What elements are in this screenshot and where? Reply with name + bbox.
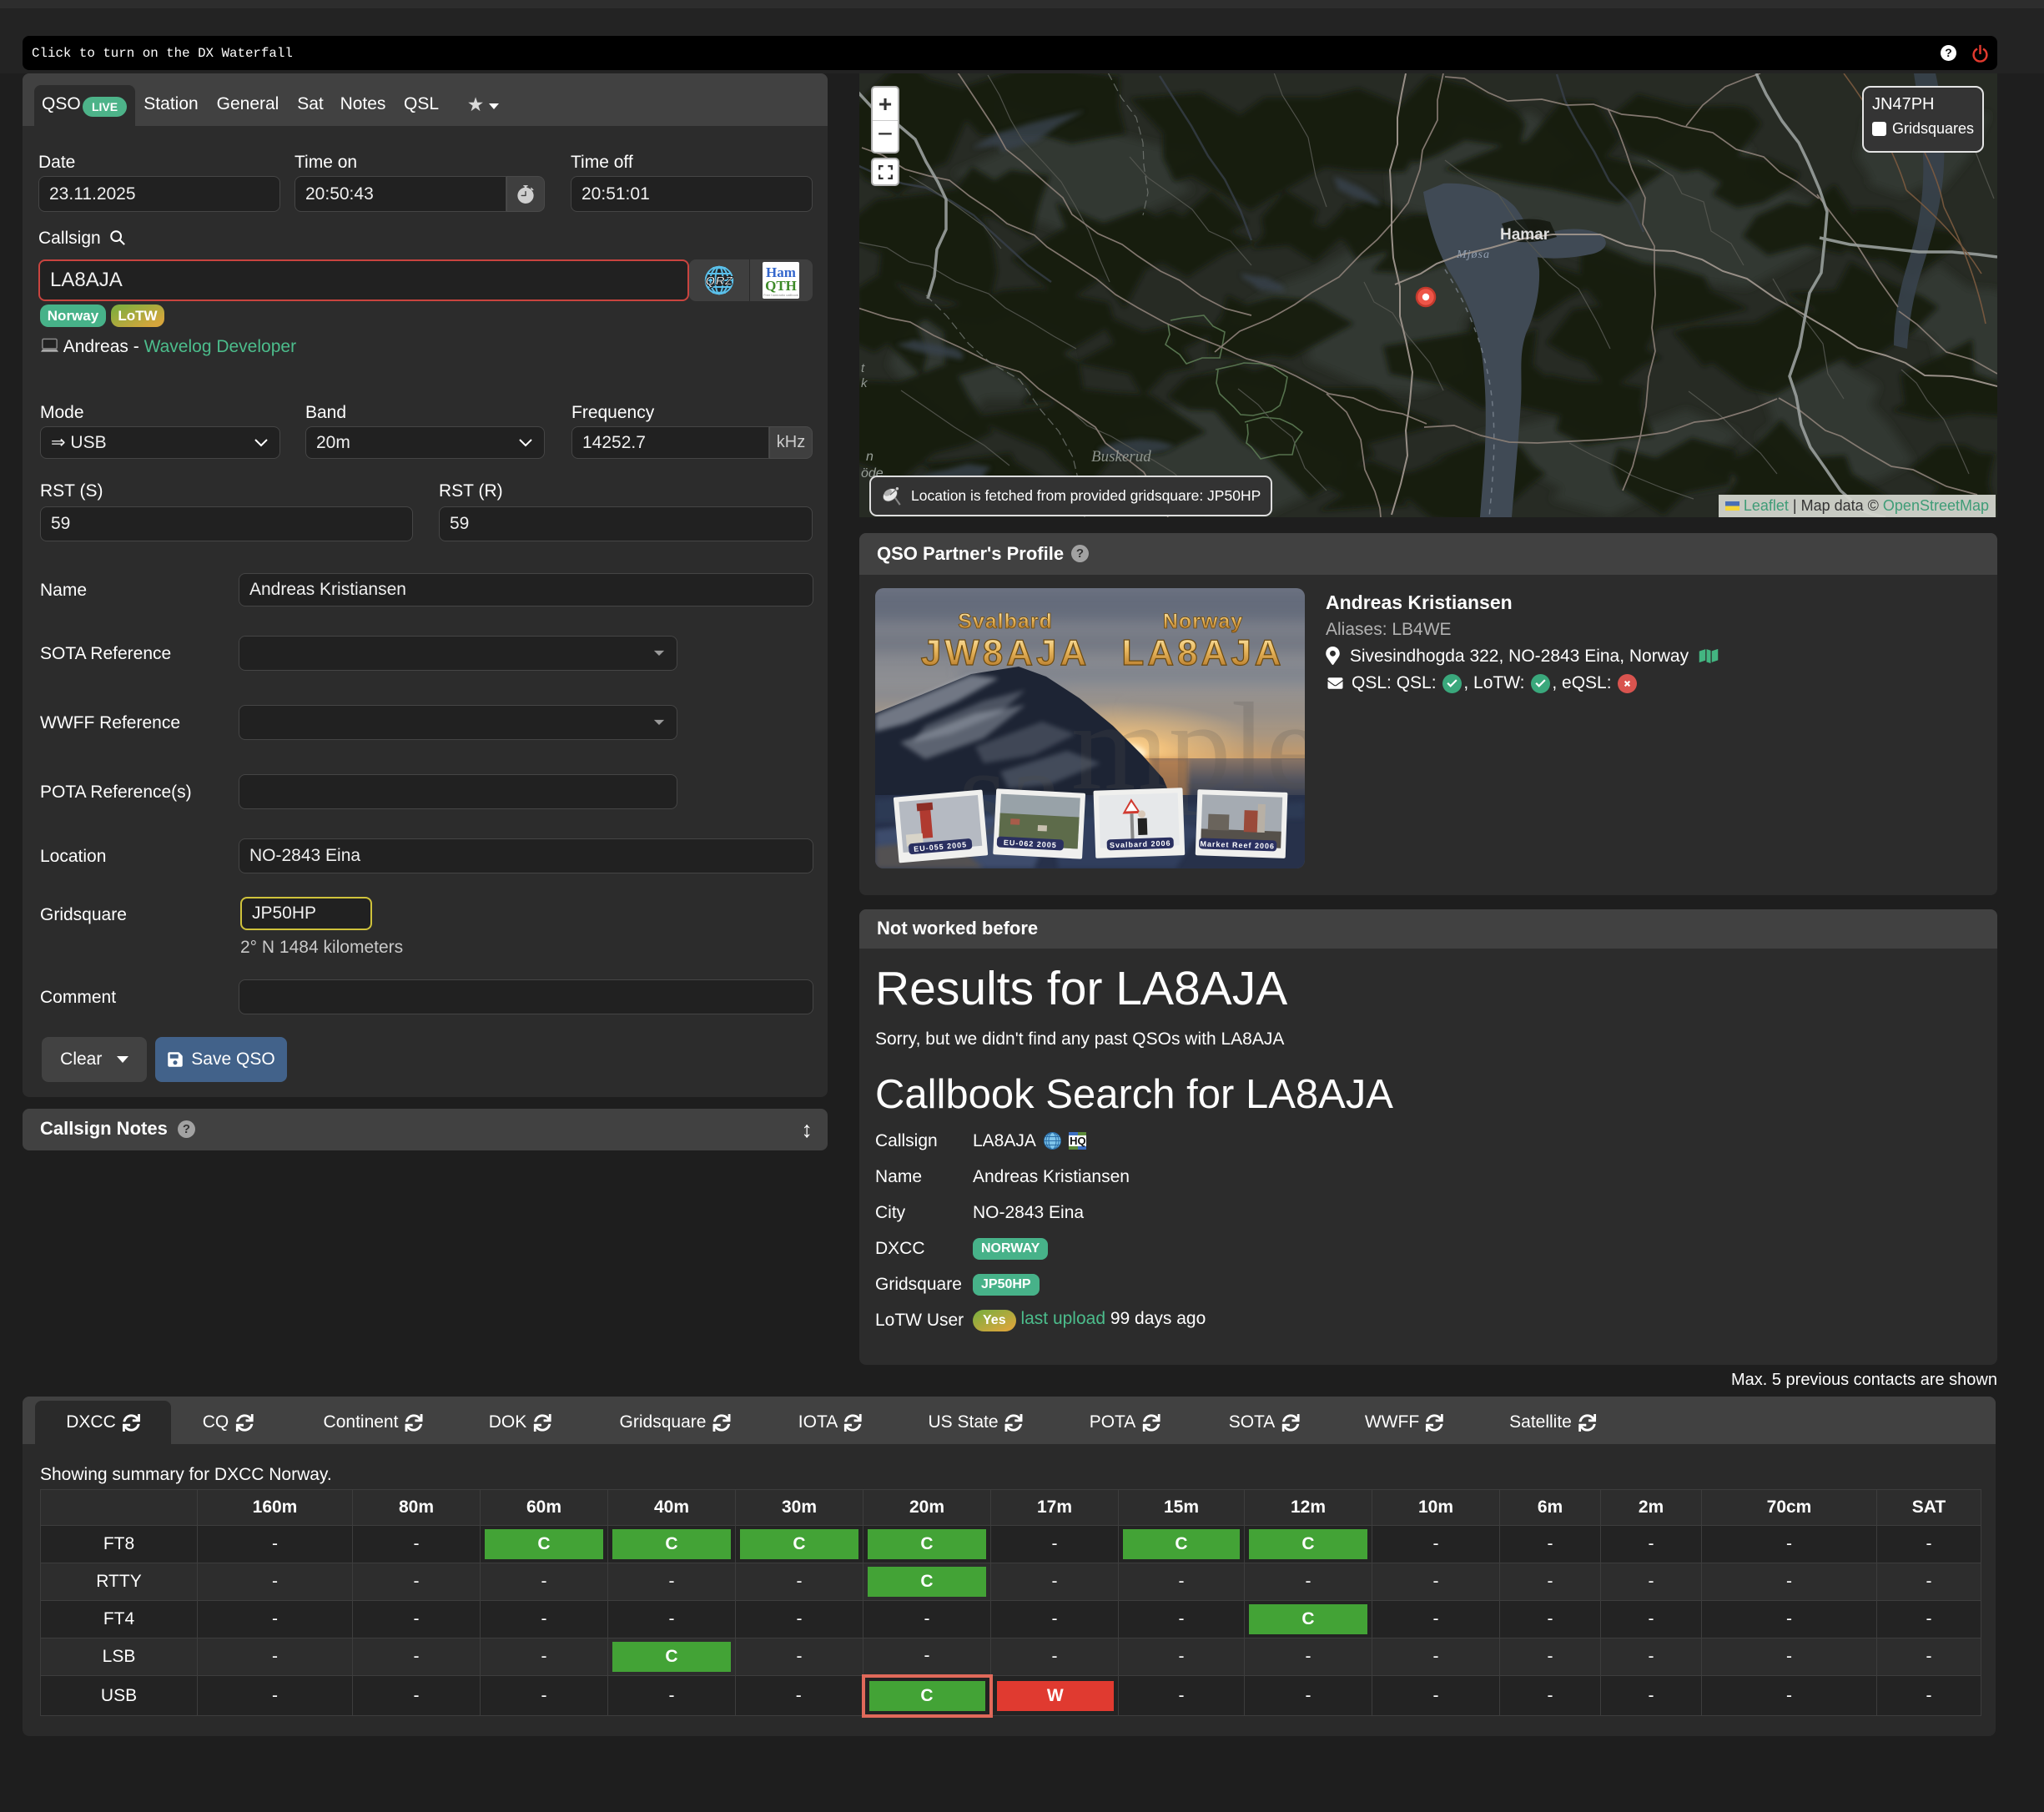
svg-text:Norway: Norway bbox=[1163, 610, 1243, 633]
svg-text:JW8AJA: JW8AJA bbox=[921, 632, 1090, 673]
svg-text:QRZ: QRZ bbox=[705, 274, 733, 289]
svg-text:Svalbard: Svalbard bbox=[958, 610, 1053, 633]
svg-text:Hamar: Hamar bbox=[1500, 226, 1550, 244]
svg-text:LA8AJA: LA8AJA bbox=[1121, 632, 1284, 673]
svg-text:Mjøsa: Mjøsa bbox=[1456, 249, 1490, 261]
svg-text:Buskerud: Buskerud bbox=[1091, 448, 1151, 466]
svg-text:n: n bbox=[866, 450, 873, 464]
